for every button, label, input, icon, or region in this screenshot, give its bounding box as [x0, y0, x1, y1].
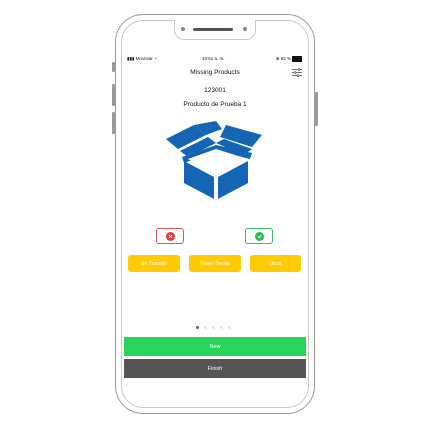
- chip-trans-tienda[interactable]: Trans-Tienda: [189, 255, 241, 272]
- chip-otros[interactable]: Otros: [250, 255, 301, 272]
- product-name: Producto de Prueba 1: [183, 101, 247, 108]
- page-dot[interactable]: [228, 326, 231, 329]
- battery-percent: 82 %: [280, 56, 291, 61]
- product-code: 123001: [204, 87, 226, 94]
- signal-icon: ▮▮▮: [127, 56, 136, 61]
- chip-en-transito[interactable]: En Transito: [128, 255, 180, 272]
- sliders-icon[interactable]: [292, 68, 302, 77]
- sensor: [243, 27, 247, 31]
- volume-down-button: [112, 112, 115, 134]
- status-time: 10:51 a. m.: [202, 56, 225, 61]
- page-dot[interactable]: [212, 326, 215, 329]
- earpiece-speaker: [193, 28, 233, 31]
- page-dot[interactable]: [220, 326, 223, 329]
- mute-switch: [112, 62, 115, 72]
- check-icon: [254, 231, 264, 241]
- open-box-icon: [166, 121, 262, 199]
- power-button: [315, 92, 318, 126]
- page-dot[interactable]: [204, 326, 207, 329]
- carrier-name: Movistar: [135, 56, 153, 61]
- front-camera: [181, 27, 185, 31]
- wifi-icon: ◔: [152, 56, 157, 61]
- volume-up-button: [112, 84, 115, 106]
- status-bar: ▮▮▮ Movistar ◔ 10:51 a. m. ⊕ 82 %: [124, 53, 306, 65]
- reject-button[interactable]: [156, 228, 184, 244]
- accept-button[interactable]: [245, 228, 273, 244]
- finish-button[interactable]: Finish: [124, 359, 306, 378]
- page-indicator: [196, 326, 231, 329]
- page-title: Missing Products: [190, 69, 240, 76]
- x-icon: [165, 231, 175, 241]
- page-dot[interactable]: [196, 326, 199, 329]
- new-button[interactable]: New: [124, 337, 306, 356]
- battery-icon: [292, 56, 302, 62]
- app-screen: ▮▮▮ Movistar ◔ 10:51 a. m. ⊕ 82 % Missin…: [124, 53, 306, 386]
